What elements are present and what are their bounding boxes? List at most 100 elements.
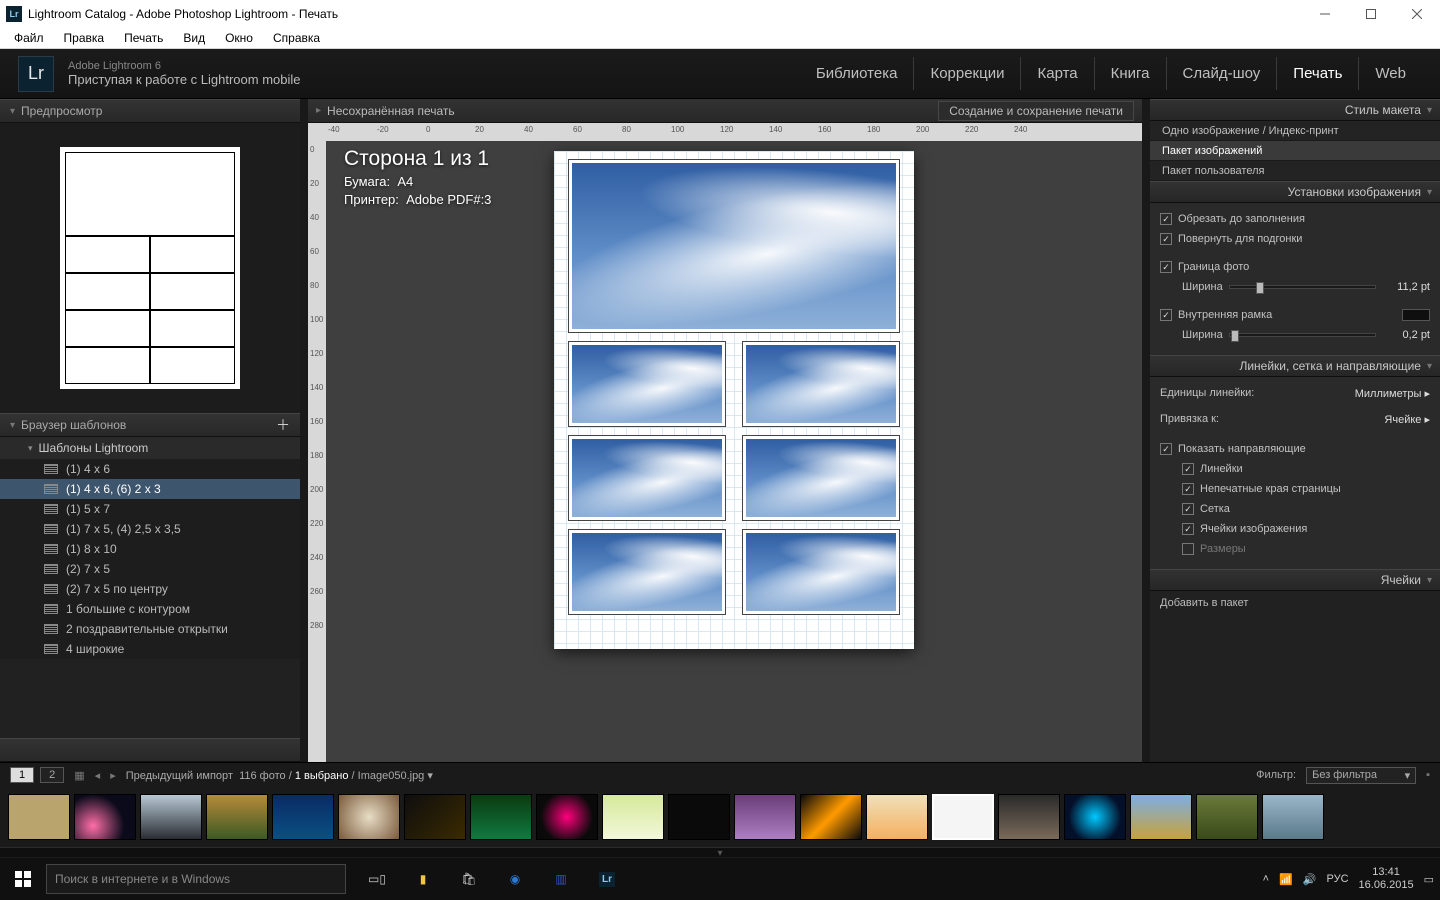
menu-file[interactable]: Файл <box>4 28 54 48</box>
edge-icon[interactable]: ◉ <box>492 858 538 900</box>
taskbar-search[interactable]: Поиск в интернете и в Windows <box>46 864 346 894</box>
photo-border-checkbox[interactable] <box>1160 261 1172 273</box>
module-tab[interactable]: Книга <box>1095 57 1167 90</box>
guide-dimensions-checkbox[interactable] <box>1182 543 1194 555</box>
grid-view-icon[interactable]: ▦ <box>74 769 84 782</box>
template-item[interactable]: (1) 4 x 6, (6) 2 x 3 <box>0 479 300 499</box>
print-cell[interactable] <box>568 341 726 427</box>
menu-print[interactable]: Печать <box>114 28 173 48</box>
window-close-button[interactable] <box>1394 0 1440 27</box>
nav-prev-icon[interactable]: ◂ <box>95 769 101 782</box>
preview-panel-header[interactable]: ▾ Предпросмотр <box>0 99 300 123</box>
add-template-button[interactable]: ＋ <box>276 415 290 435</box>
menu-window[interactable]: Окно <box>215 28 263 48</box>
module-tab[interactable]: Печать <box>1277 57 1359 90</box>
create-saved-print-button[interactable]: Создание и сохранение печати <box>938 101 1134 121</box>
collections-panel-header[interactable] <box>0 738 300 762</box>
print-cell[interactable] <box>742 529 900 615</box>
template-item[interactable]: (1) 7 x 5, (4) 2,5 x 3,5 <box>0 519 300 539</box>
task-view-icon[interactable]: ▭▯ <box>354 858 400 900</box>
right-resize-grip[interactable] <box>1142 99 1150 798</box>
show-guides-checkbox[interactable] <box>1160 443 1172 455</box>
filmstrip-thumb[interactable] <box>1262 794 1324 840</box>
window-minimize-button[interactable] <box>1302 0 1348 27</box>
template-item[interactable]: (2) 7 x 5 по центру <box>0 579 300 599</box>
filmstrip-thumb[interactable] <box>338 794 400 840</box>
print-cell[interactable] <box>568 529 726 615</box>
guide-rulers-checkbox[interactable] <box>1182 463 1194 475</box>
store-icon[interactable]: 🛍 <box>446 858 492 900</box>
tray-network-icon[interactable]: 📶 <box>1279 873 1293 886</box>
filmstrip-thumb[interactable] <box>272 794 334 840</box>
filmstrip-thumb[interactable] <box>1064 794 1126 840</box>
template-item[interactable]: 2 поздравительные открытки <box>0 619 300 639</box>
filmstrip-thumb[interactable] <box>404 794 466 840</box>
guide-cells-checkbox[interactable] <box>1182 523 1194 535</box>
template-item[interactable]: 1 большие с контуром <box>0 599 300 619</box>
template-group[interactable]: Шаблоны Lightroom <box>0 437 300 459</box>
system-tray[interactable]: ˄ 📶 🔊 РУС 13:4116.06.2015 ▭ <box>1263 866 1440 892</box>
tray-notifications-icon[interactable]: ▭ <box>1424 873 1434 886</box>
module-tab[interactable]: Коррекции <box>914 57 1021 90</box>
border-width-slider[interactable] <box>1229 285 1376 289</box>
menu-view[interactable]: Вид <box>173 28 215 48</box>
tray-chevron-icon[interactable]: ˄ <box>1263 873 1269 885</box>
template-item[interactable]: (1) 5 x 7 <box>0 499 300 519</box>
module-tab[interactable]: Слайд-шоу <box>1167 57 1278 90</box>
snap-dropdown[interactable]: Ячейке ▸ <box>1384 413 1430 426</box>
nav-next-icon[interactable]: ▸ <box>110 769 116 782</box>
monitor-2-button[interactable]: 2 <box>40 767 64 783</box>
module-tab[interactable]: Библиотека <box>800 57 915 90</box>
template-item[interactable]: (1) 8 x 10 <box>0 539 300 559</box>
guides-header[interactable]: Линейки, сетка и направляющие▾ <box>1150 355 1440 377</box>
filter-dropdown[interactable]: Без фильтра▾ <box>1306 767 1416 784</box>
filmstrip-thumb[interactable] <box>932 794 994 840</box>
crop-to-fill-checkbox[interactable] <box>1160 213 1172 225</box>
print-cell[interactable] <box>568 159 900 333</box>
rotate-to-fit-checkbox[interactable] <box>1160 233 1172 245</box>
filmstrip-thumb[interactable] <box>536 794 598 840</box>
tray-clock[interactable]: 13:4116.06.2015 <box>1359 866 1414 892</box>
layout-style-item[interactable]: Пакет изображений <box>1150 141 1440 161</box>
monitor-1-button[interactable]: 1 <box>10 767 34 783</box>
filmstrip-thumb[interactable] <box>998 794 1060 840</box>
start-button[interactable] <box>0 858 46 900</box>
window-maximize-button[interactable] <box>1348 0 1394 27</box>
tray-language[interactable]: РУС <box>1327 873 1349 885</box>
cells-header[interactable]: Ячейки▾ <box>1150 569 1440 591</box>
image-settings-header[interactable]: Установки изображения▾ <box>1150 181 1440 203</box>
filmstrip-thumb[interactable] <box>734 794 796 840</box>
filmstrip-thumb[interactable] <box>470 794 532 840</box>
filmstrip-thumb[interactable] <box>206 794 268 840</box>
layout-style-header[interactable]: Стиль макета▾ <box>1150 99 1440 121</box>
print-page[interactable] <box>554 151 914 649</box>
print-cell[interactable] <box>568 435 726 521</box>
tray-volume-icon[interactable]: 🔊 <box>1303 873 1317 886</box>
inner-stroke-checkbox[interactable] <box>1160 309 1172 321</box>
filmstrip-thumb[interactable] <box>74 794 136 840</box>
filmstrip-thumb[interactable] <box>602 794 664 840</box>
filmstrip-thumb[interactable] <box>866 794 928 840</box>
canvas[interactable]: Сторона 1 из 1 Бумага: A4 Принтер: Adobe… <box>326 141 1142 768</box>
module-tab[interactable]: Web <box>1359 57 1422 90</box>
filter-lock-icon[interactable]: ▪ <box>1426 769 1430 781</box>
explorer-icon[interactable]: ▮ <box>400 858 446 900</box>
filmstrip-thumb[interactable] <box>8 794 70 840</box>
template-item[interactable]: 4 широкие <box>0 639 300 659</box>
word-icon[interactable]: ▥ <box>538 858 584 900</box>
left-resize-grip[interactable] <box>300 99 308 798</box>
template-item[interactable]: (2) 7 x 5 <box>0 559 300 579</box>
filmstrip-thumb[interactable] <box>1196 794 1258 840</box>
template-item[interactable]: (1) 4 x 6 <box>0 459 300 479</box>
print-cell[interactable] <box>742 435 900 521</box>
stroke-width-slider[interactable] <box>1229 333 1376 337</box>
lightroom-taskbar-icon[interactable]: Lr <box>584 858 630 900</box>
mobile-status[interactable]: Приступая к работе с Lightroom mobile <box>68 72 300 87</box>
identity-plate[interactable]: Lr <box>18 56 54 92</box>
ruler-units-dropdown[interactable]: Миллиметры ▸ <box>1355 387 1430 400</box>
layout-style-item[interactable]: Пакет пользователя <box>1150 161 1440 181</box>
guide-grid-checkbox[interactable] <box>1182 503 1194 515</box>
filmstrip-path[interactable]: Предыдущий импорт 116 фото / 1 выбрано /… <box>126 769 433 782</box>
filmstrip-thumb[interactable] <box>800 794 862 840</box>
menu-help[interactable]: Справка <box>263 28 330 48</box>
